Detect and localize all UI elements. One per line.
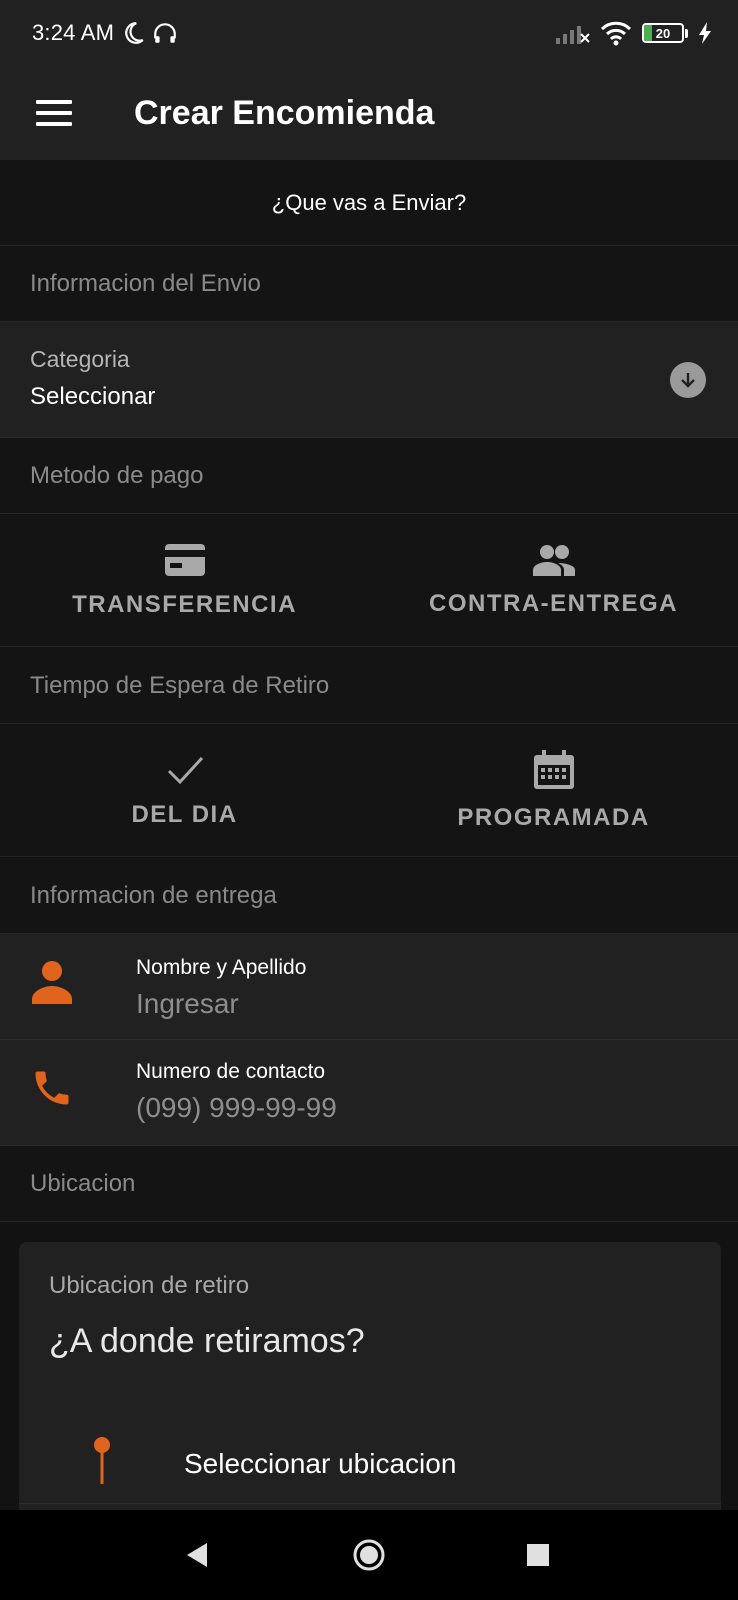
status-bar: 3:24 AM 20 — [0, 0, 738, 66]
menu-button[interactable] — [36, 100, 72, 126]
menu-icon-line — [36, 111, 72, 115]
menu-icon-line — [36, 122, 72, 126]
section-header-delivery: Informacion de entrega — [0, 858, 738, 934]
battery-indicator: 20 — [642, 23, 688, 43]
category-label: Categoria — [30, 346, 130, 372]
select-location-button[interactable]: Seleccionar ubicacion — [19, 1424, 721, 1504]
wait-option-del-dia[interactable]: DEL DIA — [0, 725, 369, 856]
back-triangle-icon — [187, 1543, 207, 1567]
home-circle-icon — [353, 1539, 385, 1571]
status-left: 3:24 AM — [32, 20, 178, 46]
name-input[interactable]: Ingresar — [136, 988, 239, 1020]
map-pin-icon — [94, 1437, 110, 1484]
phone-label: Numero de contacto — [136, 1060, 326, 1083]
moon-icon — [125, 22, 144, 44]
card-title: ¿A donde retiramos? — [49, 1322, 365, 1360]
pickup-location-card: Ubicacion de retiro ¿A donde retiramos? … — [19, 1242, 721, 1542]
app-bar: Crear Encomienda — [0, 66, 738, 160]
payment-option-transferencia[interactable]: TRANSFERENCIA — [0, 515, 369, 646]
wifi-icon — [600, 21, 632, 46]
section-header-label: Metodo de pago — [30, 461, 204, 489]
select-location-label: Seleccionar ubicacion — [184, 1447, 457, 1479]
recents-square-icon — [527, 1544, 549, 1566]
signal-off-icon — [556, 26, 590, 44]
category-select[interactable]: Categoria Seleccionar — [0, 322, 738, 438]
section-header-wait-time: Tiempo de Espera de Retiro — [0, 648, 738, 724]
people-icon — [532, 544, 575, 576]
menu-icon-line — [36, 100, 72, 104]
system-nav-bar — [0, 1510, 738, 1600]
section-header-shipping: Informacion del Envio — [0, 246, 738, 322]
payment-option-label: CONTRA-ENTREGA — [429, 589, 678, 617]
category-value: Seleccionar — [30, 383, 156, 410]
battery-body: 20 — [642, 23, 684, 43]
battery-cap — [685, 28, 688, 38]
payment-option-contra-entrega[interactable]: CONTRA-ENTREGA — [369, 515, 738, 646]
home-button[interactable] — [352, 1538, 386, 1577]
arrow-down-icon[interactable] — [670, 362, 706, 398]
check-icon — [167, 756, 203, 784]
headphones-icon — [154, 23, 176, 43]
what-send-button[interactable]: ¿Que vas a Enviar? — [0, 160, 738, 246]
phone-field[interactable]: Numero de contacto (099) 999-99-99 — [0, 1040, 738, 1146]
wait-option-label: PROGRAMADA — [457, 803, 650, 831]
recents-button[interactable] — [526, 1543, 550, 1572]
status-right: 20 — [556, 20, 712, 46]
section-header-label: Ubicacion — [30, 1169, 136, 1197]
card-subtitle: Ubicacion de retiro — [49, 1272, 250, 1299]
name-label: Nombre y Apellido — [136, 956, 307, 979]
calendar-icon — [533, 749, 574, 789]
status-time: 3:24 AM — [32, 20, 115, 45]
wait-time-options: DEL DIA PROGRAMADA — [0, 725, 738, 857]
section-header-location: Ubicacion — [0, 1146, 738, 1222]
wait-option-label: DEL DIA — [131, 800, 238, 828]
what-send-label: ¿Que vas a Enviar? — [271, 189, 467, 215]
section-header-label: Informacion del Envio — [30, 269, 261, 297]
back-button[interactable] — [185, 1542, 209, 1573]
section-header-label: Tiempo de Espera de Retiro — [30, 671, 330, 699]
payment-option-label: TRANSFERENCIA — [72, 590, 297, 618]
battery-fill — [644, 25, 652, 41]
section-header-label: Informacion de entrega — [30, 881, 277, 909]
name-field[interactable]: Nombre y Apellido Ingresar — [0, 934, 738, 1040]
wait-option-programada[interactable]: PROGRAMADA — [369, 725, 738, 856]
credit-card-icon — [164, 543, 205, 576]
payment-options: TRANSFERENCIA CONTRA-ENTREGA — [0, 515, 738, 647]
battery-percent: 20 — [655, 25, 671, 41]
charging-icon — [699, 22, 711, 44]
section-header-payment: Metodo de pago — [0, 438, 738, 514]
page-title: Crear Encomienda — [134, 93, 435, 132]
phone-input[interactable]: (099) 999-99-99 — [136, 1092, 337, 1124]
phone-icon — [35, 1071, 69, 1105]
person-icon — [32, 961, 72, 1004]
